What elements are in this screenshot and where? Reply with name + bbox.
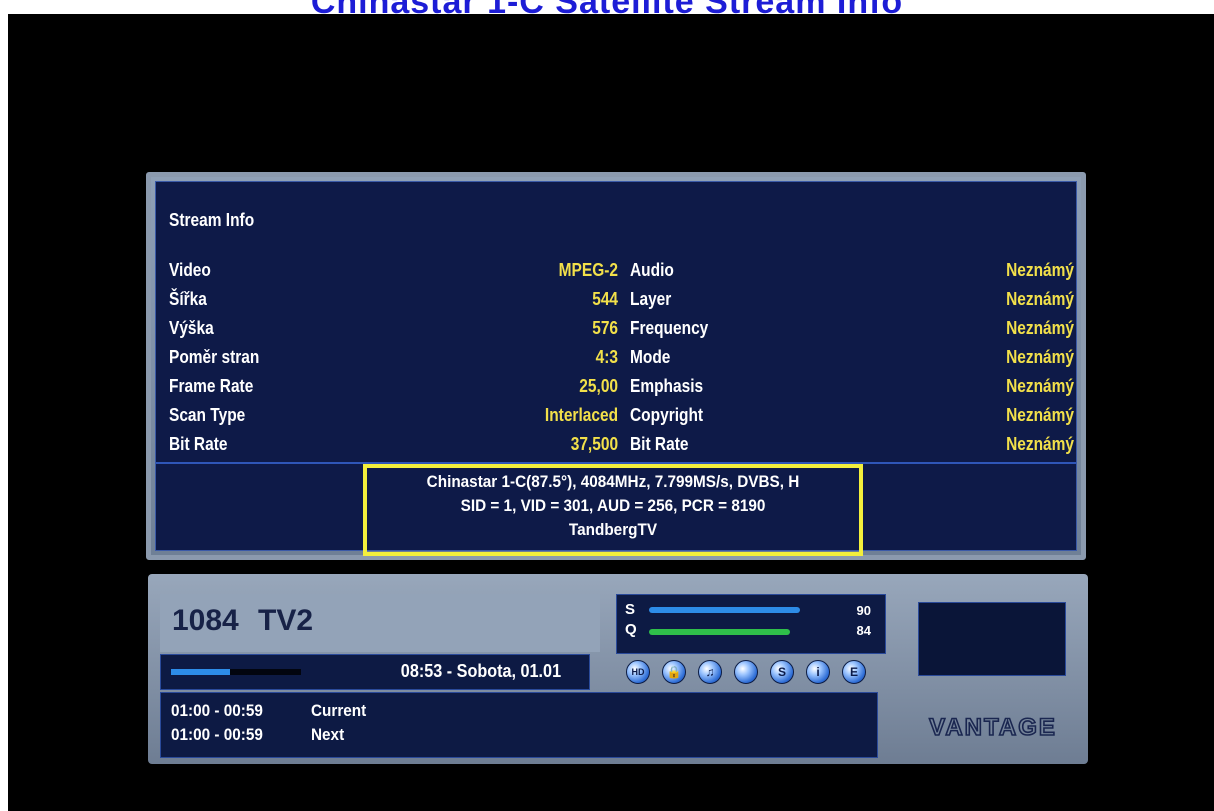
stream-info-inner: Stream Info Chinastar 1-C(87.5°), 4084MH… bbox=[155, 181, 1077, 556]
audio-info-value: Neznámý bbox=[1006, 318, 1074, 338]
epg-box: 01:00 - 00:59 Current 01:00 - 00:59 Next bbox=[160, 692, 878, 758]
video-info-label: Scan Type bbox=[169, 405, 246, 425]
video-info-value: 25,00 bbox=[579, 376, 618, 396]
provider-line: TandbergTV bbox=[568, 520, 658, 539]
audio-info-value: Neznámý bbox=[1006, 405, 1074, 425]
audio-info-label: Audio bbox=[630, 260, 674, 280]
audio-info-label: Bit Rate bbox=[630, 434, 689, 454]
datetime-label: 08:53 - Sobota, 01.01 bbox=[400, 661, 561, 681]
video-info-label: Bit Rate bbox=[169, 434, 228, 454]
circle-icon bbox=[734, 660, 758, 684]
stream-info-panel: Stream Info Chinastar 1-C(87.5°), 4084MH… bbox=[146, 172, 1086, 560]
video-info-value: 544 bbox=[592, 289, 618, 309]
audio-info-label: Frequency bbox=[630, 318, 709, 338]
info-icon: i bbox=[806, 660, 830, 684]
signal-strength-bar bbox=[649, 607, 817, 613]
video-info-value: 576 bbox=[592, 318, 618, 338]
pid-line: SID = 1, VID = 301, AUD = 256, PCR = 819… bbox=[460, 496, 766, 515]
video-info-value: Interlaced bbox=[544, 405, 618, 425]
svg-text:VANTAGE: VANTAGE bbox=[929, 714, 1057, 741]
video-info-label: Šířka bbox=[169, 289, 207, 309]
audio-info-label: Layer bbox=[630, 289, 672, 309]
epg-icon: E bbox=[842, 660, 866, 684]
audio-info-value: Neznámý bbox=[1006, 376, 1074, 396]
tv-screen: Stream Info Chinastar 1-C(87.5°), 4084MH… bbox=[8, 14, 1214, 811]
program-progress-fill bbox=[171, 669, 230, 675]
video-info-value: MPEG-2 bbox=[558, 260, 618, 280]
signal-strength-fill bbox=[649, 607, 801, 613]
audio-info-value: Neznámý bbox=[1006, 260, 1074, 280]
signal-quality-value: 84 bbox=[856, 623, 871, 638]
music-icon: ♫ bbox=[698, 660, 722, 684]
top-caption: Chinastar 1-C Satellite Stream Info bbox=[0, 0, 1214, 14]
caption-text: Chinastar 1-C Satellite Stream Info bbox=[311, 0, 903, 14]
time-box: 08:53 - Sobota, 01.01 bbox=[160, 654, 590, 690]
transponder-line: Chinastar 1-C(87.5°), 4084MHz, 7.799MS/s… bbox=[426, 472, 800, 491]
signal-quality-bar bbox=[649, 629, 817, 635]
epg-current-time: 01:00 - 00:59 bbox=[171, 701, 263, 720]
audio-info-value: Neznámý bbox=[1006, 434, 1074, 454]
preview-box bbox=[918, 602, 1066, 676]
signal-box: S 90 Q 84 bbox=[616, 594, 886, 654]
stream-info-title: Stream Info bbox=[169, 210, 255, 230]
audio-info-value: Neznámý bbox=[1006, 347, 1074, 367]
subtitle-icon: S bbox=[770, 660, 794, 684]
audio-info-label: Mode bbox=[630, 347, 671, 367]
channel-number: 1084 bbox=[172, 604, 239, 637]
program-progress-bar bbox=[171, 669, 301, 675]
signal-quality-fill bbox=[649, 629, 791, 635]
video-info-label: Výška bbox=[169, 318, 214, 338]
audio-info-label: Emphasis bbox=[630, 376, 704, 396]
hd-icon: HD bbox=[626, 660, 650, 684]
epg-next-title: Next bbox=[311, 725, 345, 744]
audio-info-label: Copyright bbox=[630, 405, 704, 425]
video-info-label: Poměr stran bbox=[169, 347, 260, 367]
video-info-value: 4:3 bbox=[595, 347, 618, 367]
epg-next-time: 01:00 - 00:59 bbox=[171, 725, 263, 744]
signal-strength-value: 90 bbox=[856, 603, 871, 618]
video-info-label: Video bbox=[169, 260, 211, 280]
video-info-value: 37,500 bbox=[570, 434, 618, 454]
signal-strength-label: S bbox=[625, 601, 636, 618]
status-icon-row: HD 🔒 ♫ Si E bbox=[618, 660, 888, 690]
video-info-label: Frame Rate bbox=[169, 376, 254, 396]
signal-quality-label: Q bbox=[625, 621, 637, 638]
channel-name: TV2 bbox=[258, 604, 314, 637]
lock-icon: 🔒 bbox=[662, 660, 686, 684]
transponder-highlight-box: Chinastar 1-C(87.5°), 4084MHz, 7.799MS/s… bbox=[363, 464, 863, 556]
epg-current-title: Current bbox=[311, 701, 367, 720]
audio-info-value: Neznámý bbox=[1006, 289, 1074, 309]
channel-info-bar: 1084 TV2 08:53 - Sobota, 01.01 01:00 - 0… bbox=[148, 574, 1088, 764]
vantage-logo: VANTAGE bbox=[928, 713, 1057, 742]
